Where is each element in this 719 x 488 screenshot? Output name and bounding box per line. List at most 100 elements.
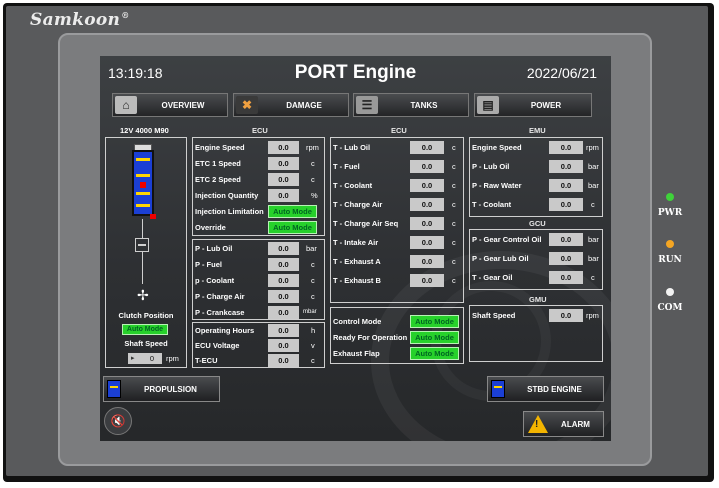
- row-value: 0.0: [268, 306, 299, 319]
- row-label: T - Gear Oil: [472, 273, 513, 282]
- row-unit: bar: [588, 235, 599, 244]
- p-coolant-row: p - Coolant 0.0 c: [193, 274, 324, 287]
- gcu-title: GCU: [529, 219, 546, 228]
- row-value: 0.0: [410, 160, 444, 173]
- power-button[interactable]: ▤ POWER: [474, 93, 592, 117]
- pwr-label: PWR: [657, 208, 683, 218]
- emu-p-lub-oil-row: P - Lub Oil 0.0 bar: [470, 160, 602, 173]
- row-label: P - Gear Lub Oil: [472, 254, 529, 263]
- ecu-title-2: ECU: [391, 126, 407, 135]
- gcu-t-gear-oil-row: T - Gear Oil 0.0 c: [470, 271, 602, 284]
- row-value: 0.0: [549, 271, 583, 284]
- row-unit: c: [591, 200, 595, 209]
- ready-indicator: Auto Mode: [410, 331, 459, 344]
- row-label: T - Exhaust B: [333, 276, 381, 285]
- row-value: 0.0: [410, 198, 444, 211]
- engine-status-mark: [140, 182, 146, 188]
- gcu-p-gear-lub-oil-row: P - Gear Lub Oil 0.0 bar: [470, 252, 602, 265]
- row-label: ECU Voltage: [195, 341, 240, 350]
- control-mode-row: Control Mode Auto Mode: [331, 315, 463, 328]
- gmu-shaft-speed-row: Shaft Speed 0.0 rpm: [470, 309, 602, 322]
- propulsion-button[interactable]: PROPULSION: [103, 376, 220, 402]
- mute-speaker-icon[interactable]: 🔇: [104, 407, 132, 435]
- row-label: Control Mode: [333, 317, 382, 326]
- row-value: 0.0: [268, 339, 299, 352]
- damage-label: DAMAGE: [286, 101, 322, 110]
- injection-limitation-indicator: Auto Mode: [268, 205, 317, 218]
- t-lub-oil-row: T - Lub Oil 0.0 c: [331, 141, 463, 154]
- row-value: 0.0: [268, 173, 299, 186]
- injection-quantity-row: Injection Quantity 0.0 %: [193, 189, 324, 202]
- exhaust-flap-row: Exhaust Flap Auto Mode: [331, 347, 463, 360]
- shaft-line: [142, 219, 143, 238]
- t-charge-air-row: T - Charge Air 0.0 c: [331, 198, 463, 211]
- p-crankcase-row: P - Crankcase 0.0 mbar: [193, 306, 324, 319]
- row-unit: c: [452, 219, 456, 228]
- damage-button[interactable]: ✖ DAMAGE: [233, 93, 349, 117]
- row-unit: bar: [588, 181, 599, 190]
- propeller-icon: ✢: [137, 287, 149, 303]
- engine-band: [136, 158, 150, 161]
- engine-band: [136, 204, 150, 207]
- row-unit: bar: [588, 254, 599, 263]
- engine-mini-icon: [107, 380, 121, 398]
- row-unit: c: [311, 175, 315, 184]
- clutch-icon: [135, 238, 149, 252]
- row-unit: c: [311, 356, 315, 365]
- row-label: Operating Hours: [195, 326, 255, 335]
- row-value: 0.0: [410, 236, 444, 249]
- row-unit: c: [311, 276, 315, 285]
- row-value: 0.0: [268, 274, 299, 287]
- row-unit: %: [311, 191, 318, 200]
- row-value: 0.0: [268, 141, 299, 154]
- row-label: Exhaust Flap: [333, 349, 380, 358]
- engine-band: [136, 174, 150, 177]
- row-label: P - Fuel: [195, 260, 222, 269]
- overview-button[interactable]: ⌂ OVERVIEW: [112, 93, 228, 117]
- row-unit: bar: [306, 244, 317, 253]
- com-label: COM: [657, 303, 683, 313]
- ecu-voltage-row: ECU Voltage 0.0 v: [193, 339, 324, 352]
- row-label: Injection Limitation: [195, 207, 264, 216]
- p-fuel-row: P - Fuel 0.0 c: [193, 258, 324, 271]
- row-label: Engine Speed: [195, 143, 245, 152]
- engine-speed-row: Engine Speed 0.0 rpm: [193, 141, 324, 154]
- row-value: 0.0: [268, 324, 299, 337]
- tank-icon: ☰: [356, 96, 378, 114]
- clutch-mode-indicator: Auto Mode: [122, 324, 168, 335]
- t-exhaust-b-row: T - Exhaust B 0.0 c: [331, 274, 463, 287]
- row-label: Shaft Speed: [472, 311, 516, 320]
- tanks-button[interactable]: ☰ TANKS: [353, 93, 469, 117]
- emu-title: EMU: [529, 126, 546, 135]
- row-value: 0.0: [549, 141, 583, 154]
- alarm-button[interactable]: ! ALARM: [523, 411, 604, 437]
- hmi-screen: 13:19:18 PORT Engine 2022/06/21 ⌂ OVERVI…: [100, 56, 611, 441]
- row-unit: c: [452, 162, 456, 171]
- control-mode-indicator: Auto Mode: [410, 315, 459, 328]
- row-value: 0.0: [549, 233, 583, 246]
- alarm-label: ALARM: [561, 420, 590, 429]
- stbd-engine-label: STBD ENGINE: [527, 385, 582, 394]
- row-unit: c: [311, 159, 315, 168]
- shaft-speed-value: 0: [128, 353, 162, 364]
- row-value: 0.0: [410, 179, 444, 192]
- row-label: T - Charge Air: [333, 200, 383, 209]
- stbd-engine-button[interactable]: STBD ENGINE: [487, 376, 604, 402]
- engine-icon: [132, 150, 154, 216]
- row-value: 0.0: [549, 160, 583, 173]
- row-value: 0.0: [268, 157, 299, 170]
- row-value: 0.0: [549, 198, 583, 211]
- row-label: ETC 2 Speed: [195, 175, 241, 184]
- overview-label: OVERVIEW: [161, 101, 205, 110]
- tools-icon: ✖: [236, 96, 258, 114]
- emu-t-coolant-row: T - Coolant 0.0 c: [470, 198, 602, 211]
- row-label: P - Charge Air: [195, 292, 245, 301]
- row-label: P - Crankcase: [195, 308, 245, 317]
- row-value: 0.0: [410, 141, 444, 154]
- shaft-line: [142, 252, 143, 284]
- row-label: Engine Speed: [472, 143, 522, 152]
- emu-engine-speed-row: Engine Speed 0.0 rpm: [470, 141, 602, 154]
- row-unit: rpm: [586, 311, 599, 320]
- engine-model: 12V 4000 M90: [120, 126, 169, 135]
- row-label: T - Charge Air Seq: [333, 219, 399, 228]
